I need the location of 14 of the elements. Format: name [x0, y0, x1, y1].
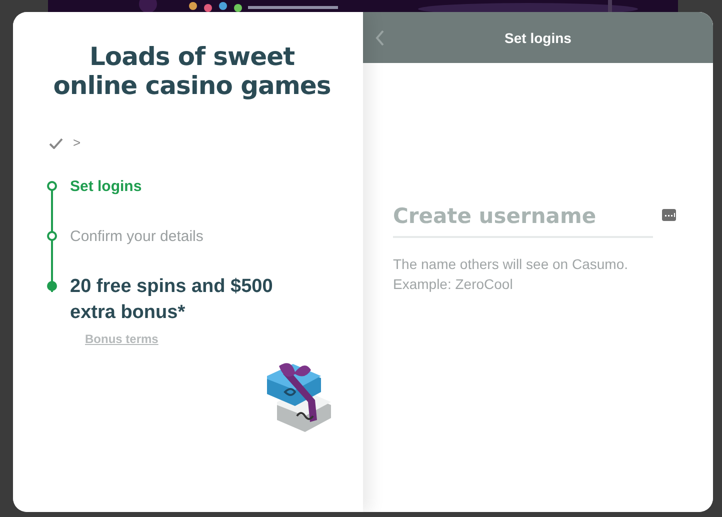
- step-marker: [47, 181, 57, 191]
- help-text: The name others will see on Casumo. Example: ZeroCool: [393, 255, 629, 294]
- step-arrow: >: [73, 134, 81, 152]
- username-field[interactable]: Create username: [393, 204, 653, 238]
- step-label: 20 free spins and $500 extra bonus*: [70, 275, 274, 325]
- dots-icon[interactable]: [662, 209, 676, 221]
- step-marker: [47, 281, 57, 291]
- step-marker: [47, 231, 57, 241]
- header-title: Set logins: [504, 30, 572, 46]
- promo-title: Loads of sweet online casino games: [52, 42, 332, 100]
- bonus-terms-link[interactable]: Bonus terms: [85, 332, 158, 346]
- check-icon: [49, 138, 63, 148]
- step-label: Confirm your details: [70, 228, 204, 246]
- step-label: Set logins: [70, 178, 142, 196]
